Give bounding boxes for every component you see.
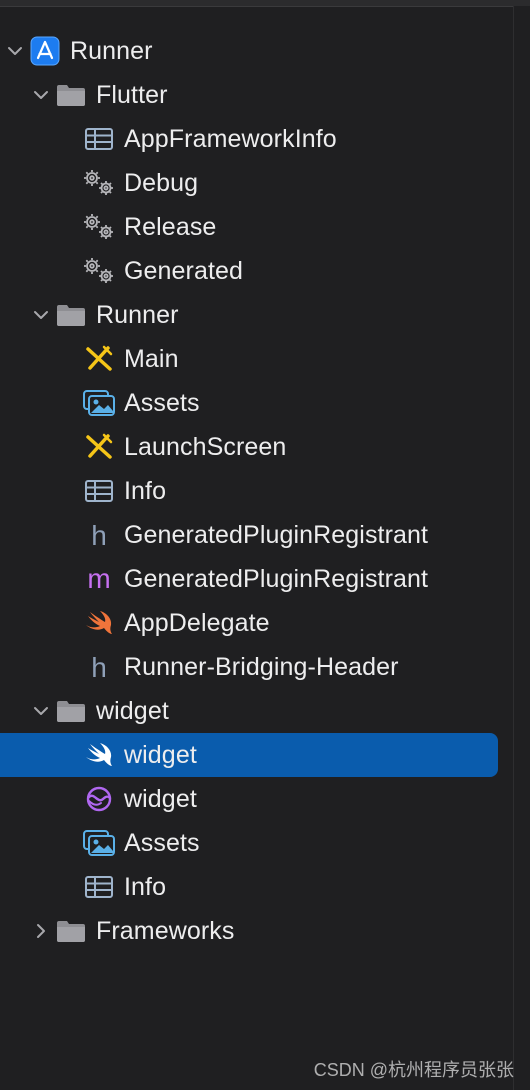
plist-icon [82, 474, 116, 508]
svg-text:m: m [87, 564, 110, 594]
tree-item-label: GeneratedPluginRegistrant [124, 564, 429, 593]
xcconfig-icon [82, 166, 116, 200]
tree-item-label: Frameworks [96, 916, 235, 945]
tree-row-appframeworkinfo[interactable]: AppFrameworkInfo [0, 117, 498, 161]
tree-item-label: GeneratedPluginRegistrant [124, 520, 429, 549]
tree-item-label: Runner [96, 300, 179, 329]
swift-file-icon [82, 738, 116, 772]
tree-row-flutter-folder[interactable]: Flutter [0, 73, 498, 117]
objc-file-icon: m [82, 562, 116, 596]
plist-icon [82, 122, 116, 156]
tree-row-runner-project[interactable]: Runner [0, 29, 498, 73]
svg-text:h: h [91, 652, 107, 682]
chevron-right-icon[interactable] [30, 920, 52, 942]
project-navigator: Runner Flutter AppFrameworkInfo Debug Re… [0, 0, 530, 1090]
tree-row-frameworks-folder[interactable]: Frameworks [0, 909, 498, 953]
tree-row-widget-info[interactable]: Info [0, 865, 498, 909]
tree-item-label: Assets [124, 828, 200, 857]
tree-item-label: widget [124, 784, 197, 813]
tree-item-label: Runner-Bridging-Header [124, 652, 399, 681]
swift-file-icon [82, 606, 116, 640]
watermark: CSDN @杭州程序员张张 [313, 1060, 514, 1080]
tree-row-release[interactable]: Release [0, 205, 498, 249]
folder-icon [54, 78, 88, 112]
tree-row-info[interactable]: Info [0, 469, 498, 513]
xcconfig-icon [82, 254, 116, 288]
tree-item-label: Release [124, 212, 217, 241]
folder-icon [54, 694, 88, 728]
chevron-down-icon[interactable] [30, 84, 52, 106]
tree-row-assets[interactable]: Assets [0, 381, 498, 425]
tree-item-label: LaunchScreen [124, 432, 287, 461]
header-file-icon: h [82, 518, 116, 552]
xcconfig-icon [82, 210, 116, 244]
tree-item-label: Debug [124, 168, 199, 197]
navigator-top-border [0, 0, 530, 7]
tree-row-main[interactable]: Main [0, 337, 498, 381]
svg-text:h: h [91, 520, 107, 550]
tree-row-debug[interactable]: Debug [0, 161, 498, 205]
storyboard-icon [82, 342, 116, 376]
app-project-icon [28, 34, 62, 68]
tree-item-label: Flutter [96, 80, 168, 109]
chevron-down-icon[interactable] [30, 700, 52, 722]
tree-item-label: Info [124, 476, 167, 505]
tree-row-runner-folder[interactable]: Runner [0, 293, 498, 337]
tree-row-widget-folder[interactable]: widget [0, 689, 498, 733]
plist-icon [82, 870, 116, 904]
asset-catalog-icon [82, 386, 116, 420]
folder-icon [54, 914, 88, 948]
tree-item-label: Info [124, 872, 167, 901]
tree-item-label: Generated [124, 256, 244, 285]
tree-item-label: Runner [70, 36, 153, 65]
asset-catalog-icon [82, 826, 116, 860]
tree-row-generatedpluginregistrant-header[interactable]: h GeneratedPluginRegistrant [0, 513, 498, 557]
tree-item-label: widget [96, 696, 169, 725]
tree-item-label: Main [124, 344, 179, 373]
tree-item-label: Assets [124, 388, 200, 417]
storyboard-icon [82, 430, 116, 464]
tree-row-widget-swift-selected[interactable]: widget [0, 733, 498, 777]
tree-row-generated[interactable]: Generated [0, 249, 498, 293]
tree-row-runner-bridging-header[interactable]: h Runner-Bridging-Header [0, 645, 498, 689]
header-file-icon: h [82, 650, 116, 684]
tree-row-widget-assets[interactable]: Assets [0, 821, 498, 865]
tree-row-generatedpluginregistrant-impl[interactable]: m GeneratedPluginRegistrant [0, 557, 498, 601]
tree-row-launchscreen[interactable]: LaunchScreen [0, 425, 498, 469]
chevron-down-icon[interactable] [30, 304, 52, 326]
tree-item-label: widget [124, 740, 197, 769]
tree-row-appdelegate[interactable]: AppDelegate [0, 601, 498, 645]
navigator-scroll-gutter [513, 6, 530, 1090]
tree-item-label: AppDelegate [124, 608, 270, 637]
chevron-down-icon[interactable] [4, 40, 26, 62]
folder-icon [54, 298, 88, 332]
tree-item-label: AppFrameworkInfo [124, 124, 337, 153]
tree-row-widget-intentdefinition[interactable]: widget [0, 777, 498, 821]
intent-definition-icon [82, 782, 116, 816]
